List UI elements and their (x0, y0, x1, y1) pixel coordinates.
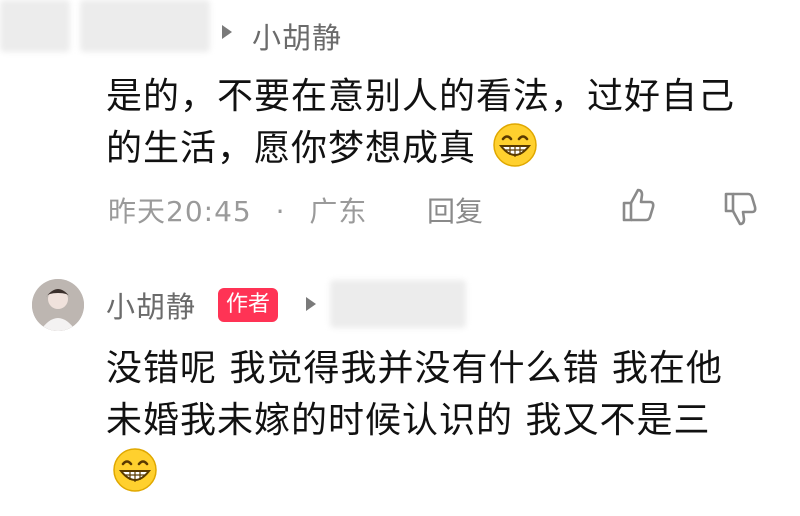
author-badge: 作者 (218, 288, 279, 322)
comment-text-line-2-text: 的生活，愿你梦想成真 (106, 128, 477, 169)
author-name[interactable]: 小胡静 (106, 284, 196, 326)
thumbs-down-icon[interactable] (722, 190, 760, 228)
meta-dot: · (275, 195, 286, 228)
comment-location: 广东 (309, 195, 368, 228)
comment-text-line-2: 的生活，愿你梦想成真 (106, 120, 538, 178)
reply-arrow-icon-2 (306, 297, 316, 311)
thumbs-up-icon[interactable] (620, 186, 658, 224)
grin-emoji-icon (493, 123, 538, 167)
comment-meta: 昨天20:45 · 广东 (108, 190, 367, 230)
reply-button[interactable]: 回复 (427, 190, 483, 230)
blurred-username (80, 0, 210, 52)
comment-text-line-1: 是的，不要在意别人的看法，过好自己 (106, 76, 736, 117)
blurred-reply-target (330, 280, 466, 328)
reply-to-name[interactable]: 小胡静 (252, 15, 342, 57)
comment-time: 昨天20:45 (108, 195, 252, 228)
blurred-avatar (0, 0, 70, 52)
avatar[interactable] (32, 279, 84, 331)
author-text-line-1: 没错呢 我觉得我并没有什么错 我在他 (106, 348, 723, 389)
grin-emoji-icon-2 (113, 448, 157, 492)
avatar-image (32, 279, 84, 331)
reply-arrow-icon (222, 25, 232, 39)
author-text-line-2: 未婚我未嫁的时候认识的 我又不是三 (106, 400, 711, 441)
